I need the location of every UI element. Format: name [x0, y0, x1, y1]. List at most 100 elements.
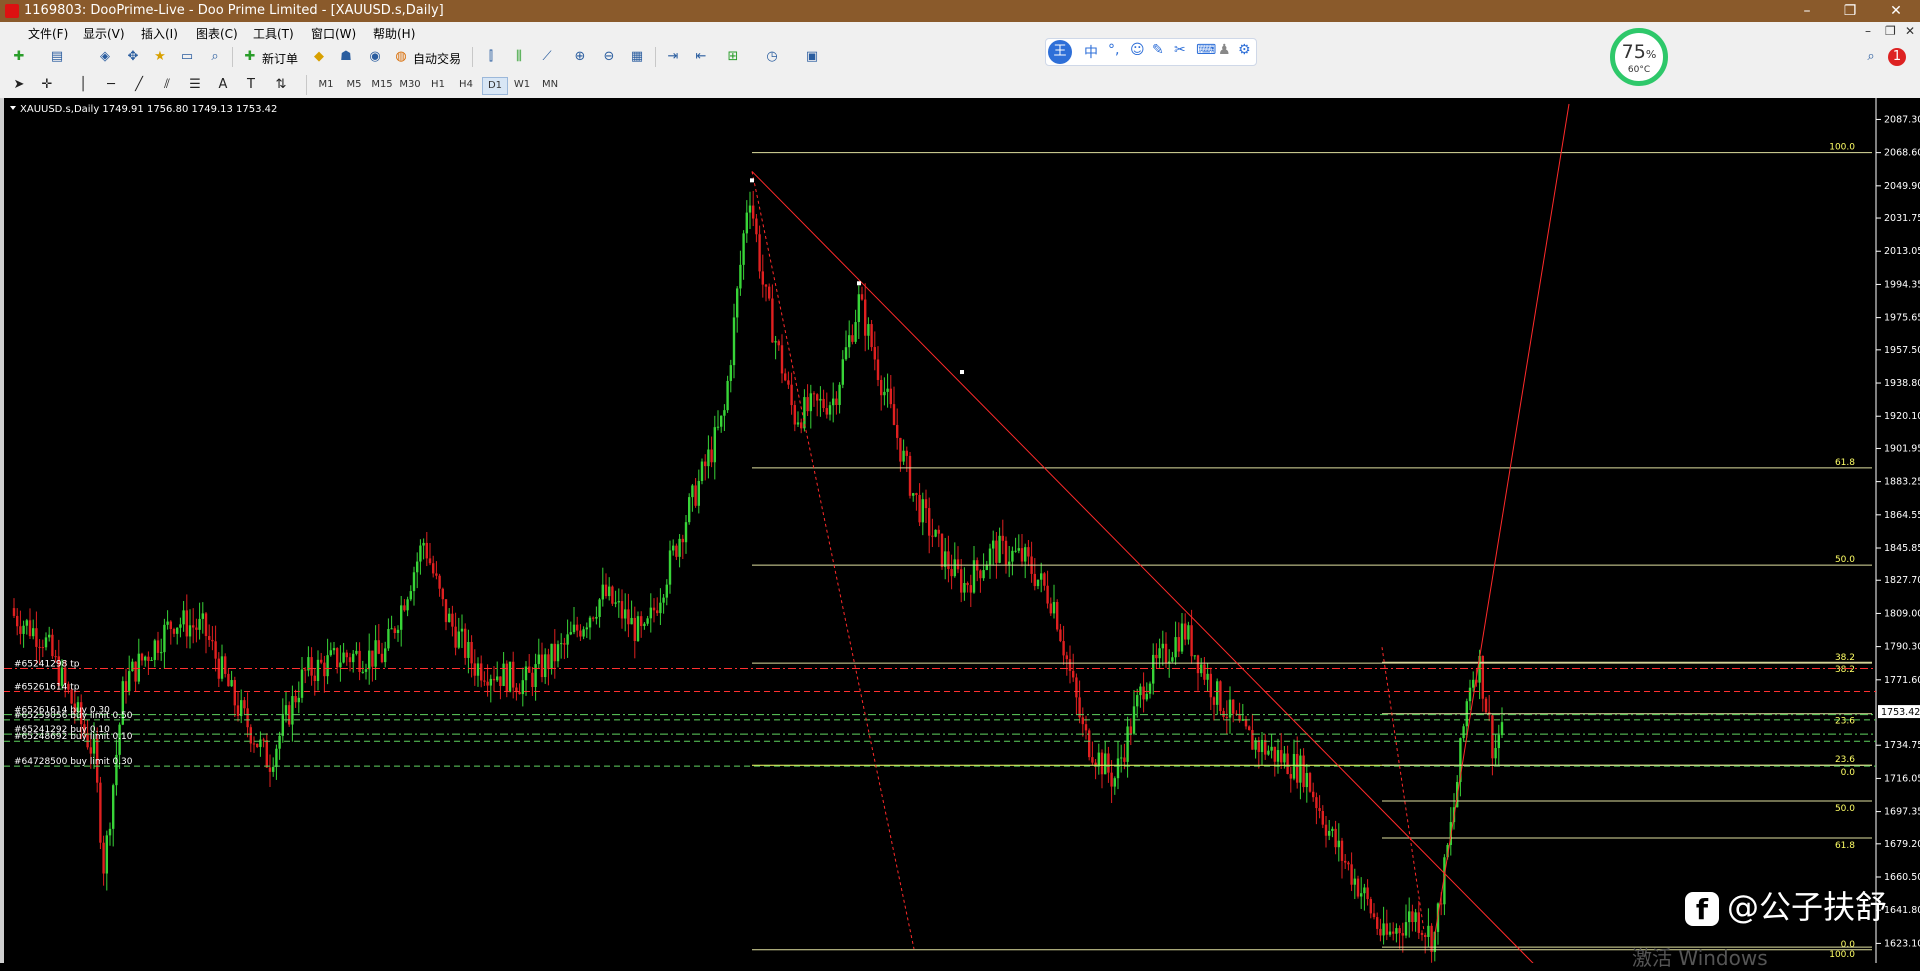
candle-body	[1363, 887, 1366, 894]
minimize-button[interactable]: –	[1787, 1, 1827, 21]
candle-body	[323, 662, 326, 677]
candle-body	[1302, 755, 1305, 788]
candle-body	[803, 397, 806, 429]
cursor-icon[interactable]: ➤	[10, 76, 28, 94]
zoom-in-icon[interactable]: ⊕	[571, 48, 589, 66]
candle-body	[758, 234, 761, 272]
timeframe-mn[interactable]: MN	[538, 77, 562, 93]
smile-icon[interactable]: ☺	[1130, 42, 1145, 58]
trendline-icon[interactable]: ╱	[130, 76, 148, 94]
arrows-icon[interactable]: ⇅	[272, 76, 290, 94]
ime-punct-toggle[interactable]: °,	[1108, 42, 1119, 58]
timeframe-h1[interactable]: H1	[426, 77, 450, 93]
signals-icon[interactable]: ☗	[337, 48, 355, 66]
close-button[interactable]: ✕	[1876, 1, 1916, 21]
cpu-gauge[interactable]: 75% 60°C	[1610, 28, 1668, 86]
gear-icon[interactable]: ⚙	[1238, 42, 1251, 58]
text-icon[interactable]: A	[214, 76, 232, 94]
scissors-icon[interactable]: ✂	[1174, 42, 1186, 58]
candle-body	[1299, 755, 1302, 783]
candle-body	[419, 545, 422, 562]
menu-file[interactable]: 文件(F)	[28, 25, 68, 42]
candle-body	[1177, 637, 1180, 652]
notification-badge[interactable]: 1	[1888, 48, 1906, 66]
fibonacci-icon[interactable]: ☰	[186, 76, 204, 94]
candle-body	[883, 391, 886, 396]
candle-body	[710, 449, 713, 463]
auto-scroll-icon[interactable]: ⇥	[664, 48, 682, 66]
candlestick-icon[interactable]: ⫼	[510, 48, 528, 66]
vertical-line-icon[interactable]: │	[74, 76, 92, 94]
menu-insert[interactable]: 插入(I)	[141, 25, 178, 42]
candle-body	[361, 671, 364, 673]
mdi-restore-button[interactable]: ❐	[1885, 24, 1896, 38]
timeframe-d1[interactable]: D1	[482, 77, 508, 95]
candle-body	[1059, 629, 1062, 642]
label-icon[interactable]: T	[242, 76, 260, 94]
candle-body	[761, 271, 764, 285]
timeframe-h4[interactable]: H4	[454, 77, 478, 93]
ime-logo[interactable]: 王	[1048, 40, 1072, 64]
trendline-anchor	[857, 281, 861, 286]
new-chart-icon[interactable]: ✚	[10, 48, 28, 66]
search-icon[interactable]: ⌕	[1862, 48, 1880, 66]
mdi-minimize-button[interactable]: –	[1865, 24, 1871, 38]
candle-body	[198, 618, 201, 630]
menu-tools[interactable]: 工具(T)	[253, 25, 294, 42]
terminal-icon[interactable]: ▭	[178, 48, 196, 66]
data-window-icon[interactable]: ✥	[124, 48, 142, 66]
timeframe-m1[interactable]: M1	[314, 77, 338, 93]
candle-body	[272, 766, 275, 772]
timeframe-m30[interactable]: M30	[398, 77, 422, 93]
line-chart-icon[interactable]: ⟋	[538, 48, 556, 66]
price-axis-label: 2031.75	[1884, 213, 1920, 224]
timeframe-w1[interactable]: W1	[510, 77, 534, 93]
zoom-out-icon[interactable]: ⊖	[600, 48, 618, 66]
user-icon[interactable]: ♟	[1218, 42, 1231, 58]
mdi-close-button[interactable]: ✕	[1905, 24, 1915, 38]
candle-body	[310, 657, 313, 676]
candle-body	[1491, 715, 1494, 759]
candle-body	[422, 542, 425, 546]
templates-icon[interactable]: ▣	[803, 48, 821, 66]
candle-body	[726, 380, 729, 411]
market-watch-icon[interactable]: ◈	[96, 48, 114, 66]
indicators-icon[interactable]: ⊞	[724, 48, 742, 66]
menu-view[interactable]: 显示(V)	[83, 25, 125, 42]
auto-trading-icon[interactable]: ◍	[392, 48, 410, 66]
auto-trading-button[interactable]: 自动交易	[413, 50, 461, 67]
ime-mode-toggle[interactable]: 中	[1084, 42, 1098, 62]
timeframe-m15[interactable]: M15	[370, 77, 394, 93]
metaeditor-icon[interactable]: ◆	[310, 48, 328, 66]
menu-chart[interactable]: 图表(C)	[196, 25, 238, 42]
price-chart[interactable]: 100.0 61.8 50.0 38.2 23.6 0.0 38.2 23.6 0.0 50.0 6…	[4, 98, 1920, 963]
candle-body	[745, 212, 748, 234]
candle-body	[134, 661, 137, 682]
menu-help[interactable]: 帮助(H)	[373, 25, 415, 42]
new-order-button[interactable]: 新订单	[262, 50, 298, 67]
restore-button[interactable]: ❐	[1830, 1, 1870, 21]
price-axis-label: 2013.05	[1884, 246, 1920, 257]
navigator-icon[interactable]: ★	[151, 48, 169, 66]
chart-shift-icon[interactable]: ⇤	[692, 48, 710, 66]
candle-body	[918, 494, 921, 523]
candle-body	[156, 640, 160, 653]
candle-body	[851, 335, 854, 342]
market-icon[interactable]: ◉	[366, 48, 384, 66]
bar-chart-icon[interactable]: ⫿	[482, 48, 500, 66]
keyboard-icon[interactable]: ⌨	[1196, 42, 1216, 58]
pen-icon[interactable]: ✎	[1152, 42, 1164, 58]
timeframe-m5[interactable]: M5	[342, 77, 366, 93]
chart-window[interactable]: 100.0 61.8 50.0 38.2 23.6 0.0 38.2 23.6 0.0 50.0 6…	[0, 98, 1920, 963]
candle-body	[195, 627, 198, 630]
candle-body	[454, 626, 457, 648]
profiles-icon[interactable]: ▤	[48, 48, 66, 66]
periods-icon[interactable]: ◷	[763, 48, 781, 66]
menu-window[interactable]: 窗口(W)	[311, 25, 356, 42]
tile-windows-icon[interactable]: ▦	[628, 48, 646, 66]
channel-icon[interactable]: ⫽	[158, 76, 176, 94]
horizontal-line-icon[interactable]: ─	[102, 76, 120, 94]
strategy-tester-icon[interactable]: ⌕	[206, 48, 224, 66]
crosshair-icon[interactable]: ✛	[38, 76, 56, 94]
new-order-icon[interactable]: ✚	[241, 48, 259, 66]
